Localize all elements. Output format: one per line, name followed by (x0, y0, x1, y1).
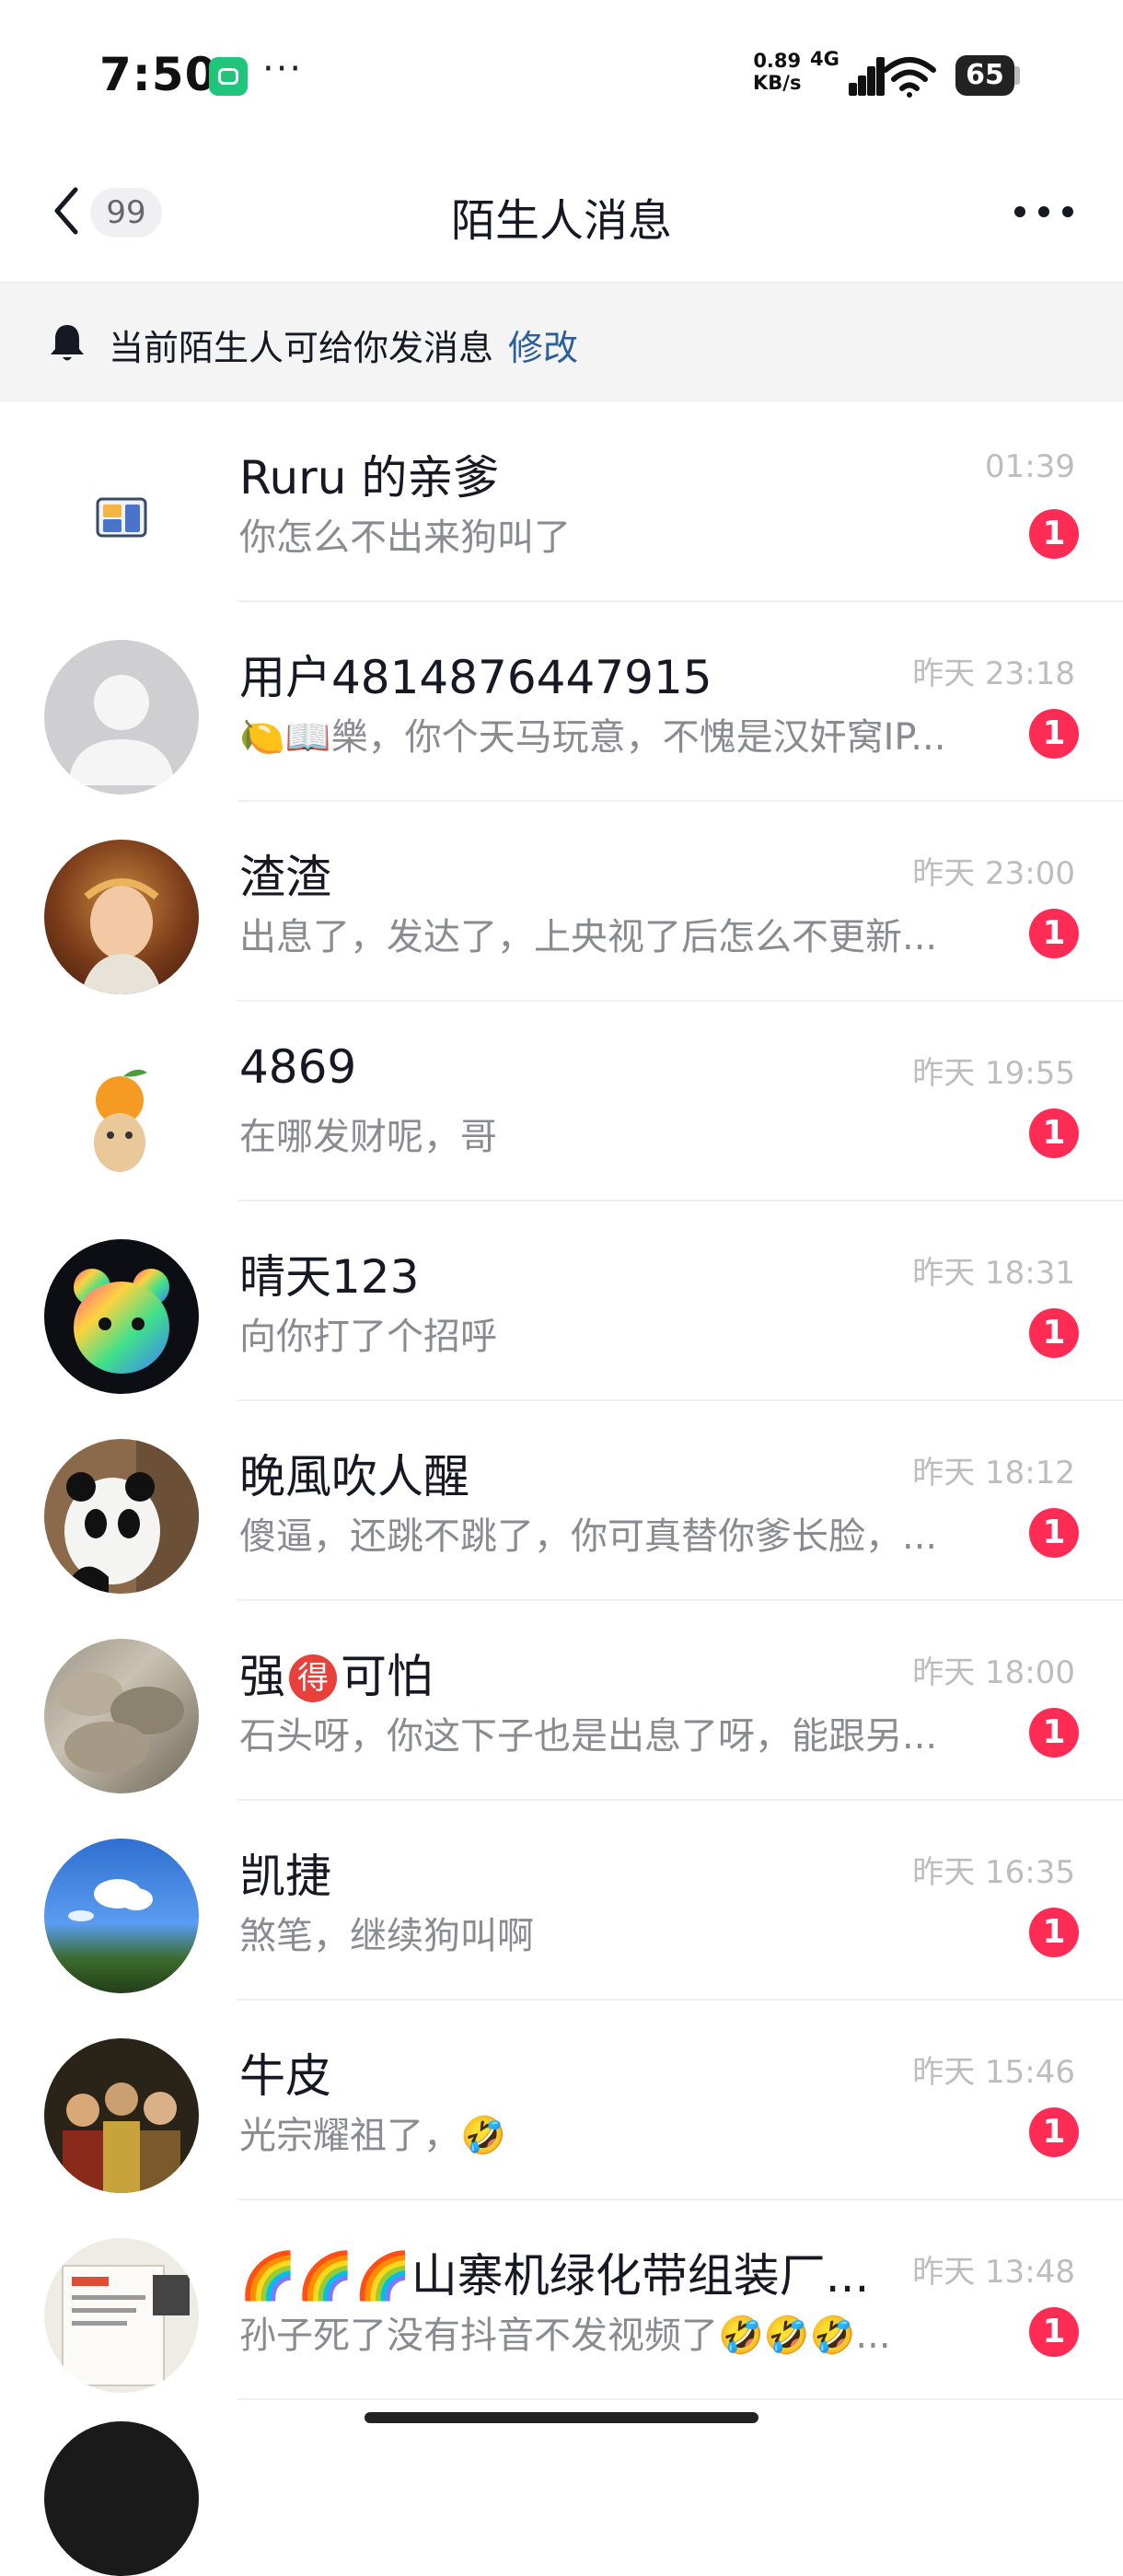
message-row[interactable]: 牛皮 昨天 15:46 光宗耀祖了，🤣 1 (0, 2001, 1123, 2200)
contact-name: 强得可怕 (239, 1640, 433, 1706)
message-time: 昨天 18:31 (912, 1255, 1075, 1292)
message-time: 昨天 18:00 (912, 1654, 1075, 1691)
contact-name: 用户4814876447915 (239, 651, 712, 704)
avatar[interactable] (44, 440, 199, 595)
message-preview: 光宗耀祖了，🤣 (239, 2115, 506, 2157)
message-time: 昨天 16:35 (912, 1854, 1075, 1891)
message-row[interactable]: 用户4814876447915 昨天 23:18 🍋📖樂，你个天马玩意，不愧是汉… (0, 602, 1123, 802)
message-preview: 向你打了个招呼 (239, 1316, 497, 1358)
notice-text: 当前陌生人可给你发消息 修改 (109, 319, 578, 370)
message-preview: 出息了，发达了，上央视了后怎么不更新... (239, 916, 938, 958)
message-row[interactable]: 晚風吹人醒 昨天 18:12 傻逼，还跳不跳了，你可真替你爹长脸，... 1 (0, 1401, 1123, 1601)
avatar[interactable] (44, 1639, 199, 1793)
unread-badge: 1 (1029, 2307, 1079, 2357)
message-preview: 孙子死了没有抖音不发视频了🤣🤣🤣... (239, 2315, 891, 2357)
message-time: 昨天 19:55 (912, 1055, 1075, 1092)
message-row[interactable]: 4869 昨天 19:55 在哪发财呢，哥 1 (0, 1002, 1123, 1201)
message-time: 01:39 (985, 448, 1075, 485)
message-time: 昨天 23:18 (912, 656, 1075, 692)
message-preview: 傻逼，还跳不跳了，你可真替你爹长脸，... (239, 1515, 938, 1558)
avatar[interactable] (44, 840, 199, 994)
unread-badge: 1 (1029, 1708, 1079, 1758)
unread-badge: 1 (1029, 1108, 1079, 1158)
contact-name: 凯捷 (239, 1850, 331, 1903)
message-row[interactable]: 强得可怕 昨天 18:00 石头呀，你这下子也是出息了呀，能跟另... 1 (0, 1601, 1123, 1801)
contact-name: 4869 (239, 1040, 357, 1094)
unread-badge: 1 (1029, 2107, 1079, 2157)
notice-message: 当前陌生人可给你发消息 (109, 328, 494, 368)
message-row[interactable]: Ruru 的亲爹 01:39 你怎么不出来狗叫了 1 (0, 402, 1123, 602)
message-preview: 石头呀，你这下子也是出息了呀，能跟另... (239, 1715, 938, 1758)
contact-name-part: 强 (239, 1650, 285, 1703)
modify-link[interactable]: 修改 (508, 328, 578, 368)
stranger-permission-notice: 当前陌生人可给你发消息 修改 (0, 283, 1123, 402)
message-row[interactable]: 凯捷 昨天 16:35 煞笔，继续狗叫啊 1 (0, 1801, 1123, 2001)
unread-badge: 1 (1029, 909, 1079, 958)
contact-name: 🌈🌈🌈山寨机绿化带组装厂... (239, 2249, 870, 2303)
message-preview: 在哪发财呢，哥 (239, 1116, 497, 1158)
unread-badge: 1 (1029, 1308, 1079, 1358)
divider (237, 2398, 1123, 2400)
de-badge-icon: 得 (289, 1654, 337, 1702)
message-list: Ruru 的亲爹 01:39 你怎么不出来狗叫了 1 用户48148764479… (0, 402, 1123, 2400)
message-preview: 你怎么不出来狗叫了 (239, 516, 571, 559)
avatar[interactable] (44, 2421, 199, 2576)
battery-tip (1014, 66, 1020, 85)
network-speed-value: 0.89 (753, 50, 802, 72)
message-preview: 🍋📖樂，你个天马玩意，不愧是汉奸窝IP... (239, 716, 946, 759)
message-time: 昨天 23:00 (912, 855, 1075, 892)
avatar[interactable] (44, 1439, 199, 1594)
contact-name: 晚風吹人醒 (239, 1450, 469, 1503)
status-bar: 7:50 ··· 0.89 KB/s 4G 65 (0, 0, 1123, 147)
message-time: 昨天 13:48 (912, 2254, 1075, 2291)
contact-name: 晴天123 (239, 1250, 420, 1304)
message-row[interactable]: 渣渣 昨天 23:00 出息了，发达了，上央视了后怎么不更新... 1 (0, 802, 1123, 1002)
more-notifications-icon: ··· (262, 48, 304, 90)
message-time: 昨天 18:12 (912, 1455, 1075, 1491)
unread-badge: 1 (1029, 1908, 1079, 1957)
avatar[interactable] (44, 2038, 199, 2193)
unread-badge: 1 (1029, 1508, 1079, 1558)
network-speed-unit: KB/s (753, 72, 802, 94)
contact-name-part: 可怕 (341, 1650, 433, 1703)
home-indicator[interactable] (365, 2412, 758, 2423)
avatar[interactable] (44, 640, 199, 795)
wifi-icon (883, 57, 936, 98)
contact-name: 渣渣 (239, 851, 331, 904)
message-row[interactable]: 晴天123 昨天 18:31 向你打了个招呼 1 (0, 1201, 1123, 1401)
nav-header: 99 陌生人消息 (0, 147, 1123, 283)
message-time: 昨天 15:46 (912, 2054, 1075, 2091)
contact-name: Ruru 的亲爹 (239, 451, 500, 505)
message-row[interactable]: 🌈🌈🌈山寨机绿化带组装厂... 昨天 13:48 孙子死了没有抖音不发视频了🤣🤣… (0, 2200, 1123, 2400)
message-preview: 煞笔，继续狗叫啊 (239, 1915, 534, 1957)
unread-badge: 1 (1029, 709, 1079, 759)
battery-icon: 65 (955, 55, 1014, 96)
more-options-icon[interactable] (1013, 193, 1075, 230)
avatar[interactable] (44, 1239, 199, 1394)
avatar[interactable] (44, 2238, 199, 2393)
page-title: 陌生人消息 (450, 195, 672, 247)
signal-icon (825, 57, 885, 96)
avatar[interactable] (44, 1039, 199, 1194)
contact-name: 牛皮 (239, 2049, 331, 2103)
app-notification-icon (209, 57, 248, 96)
unread-badge: 1 (1029, 509, 1079, 559)
avatar[interactable] (44, 1839, 199, 1993)
bell-icon (51, 325, 84, 361)
status-time: 7:50 (99, 48, 218, 101)
network-speed: 0.89 KB/s (753, 50, 801, 94)
